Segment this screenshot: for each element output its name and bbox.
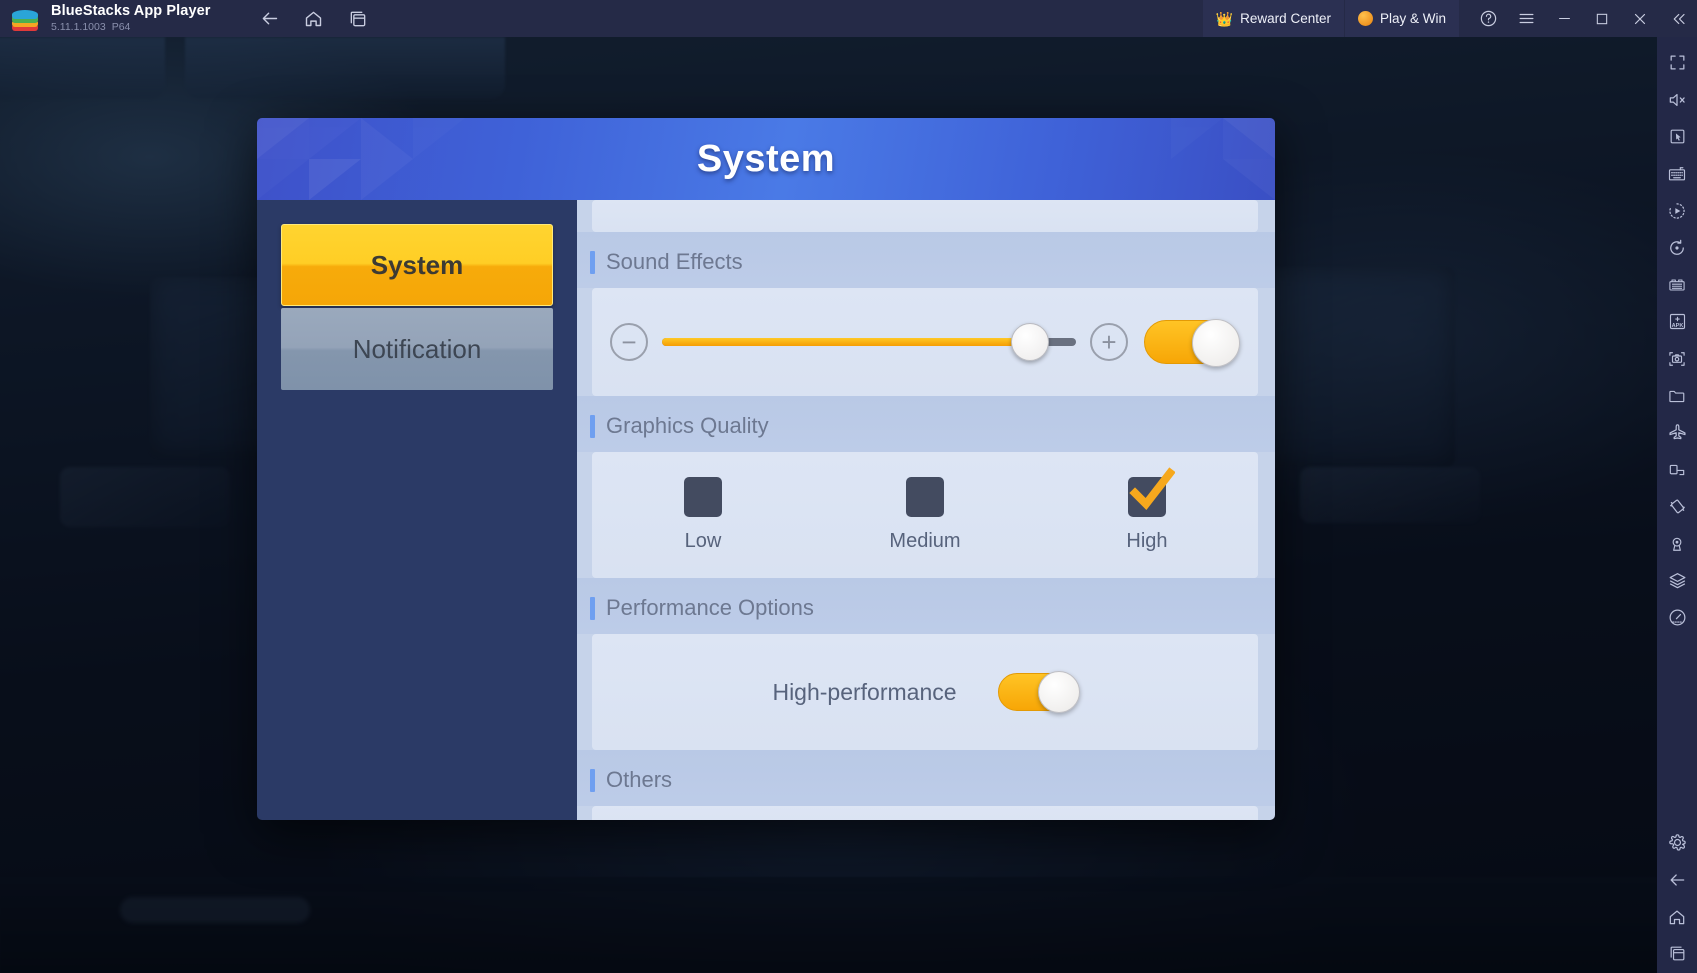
close-icon[interactable] <box>1621 0 1659 37</box>
recents-icon[interactable] <box>341 4 375 34</box>
window-titlebar: BlueStacks App Player 5.11.1.1003 P64 👑 … <box>0 0 1697 37</box>
section-title: Others <box>606 767 673 792</box>
help-icon[interactable] <box>1469 0 1507 37</box>
tab-notification[interactable]: Notification <box>281 308 553 390</box>
minus-icon: − <box>621 327 637 357</box>
bluestacks-sidebar: APK <box>1657 37 1697 973</box>
bluestacks-window: System System Notification Sound Effects… <box>0 0 1697 973</box>
plus-icon: + <box>1101 327 1117 357</box>
home-icon[interactable] <box>297 4 331 34</box>
sound-effects-toggle[interactable] <box>1144 319 1240 367</box>
slider-knob[interactable] <box>1011 323 1050 361</box>
android-back-icon[interactable] <box>1660 862 1694 897</box>
rotate-icon[interactable] <box>1660 230 1694 265</box>
window-controls <box>1469 0 1697 37</box>
fullscreen-icon[interactable] <box>1660 45 1694 80</box>
mute-icon[interactable] <box>1660 82 1694 117</box>
section-title: Performance Options <box>606 595 814 620</box>
quality-label: Low <box>684 530 722 552</box>
titlebar-nav-group <box>253 4 375 34</box>
crown-icon: 👑 <box>1215 10 1234 27</box>
coin-icon <box>1357 11 1373 26</box>
settings-gear-icon[interactable] <box>1660 825 1694 860</box>
slider-fill <box>662 338 1031 346</box>
toggle-knob <box>1192 319 1240 367</box>
tab-system-label: System <box>370 249 464 280</box>
section-header-graphics-quality: Graphics Quality <box>577 396 1275 452</box>
app-version: 5.11.1.1003 P64 <box>51 20 211 33</box>
system-settings-dialog: System System Notification Sound Effects… <box>257 118 1275 820</box>
tab-notification-label: Notification <box>352 333 482 364</box>
dialog-header: System <box>257 118 1275 200</box>
quality-label: Medium <box>889 530 961 552</box>
section-accent-bar <box>590 250 595 274</box>
high-performance-row: High-performance <box>592 634 1258 750</box>
dialog-tab-rail: System Notification <box>257 200 577 820</box>
toggle-knob <box>1037 671 1080 713</box>
media-folder-icon[interactable] <box>1660 378 1694 413</box>
build-tag: P64 <box>111 20 131 33</box>
section-header-others: Others <box>577 750 1275 806</box>
checkbox-high[interactable] <box>1128 467 1175 517</box>
panel-others <box>592 806 1258 820</box>
section-accent-bar <box>590 768 595 792</box>
section-title: Graphics Quality <box>606 413 769 438</box>
panel-sound-effects: − + <box>592 288 1258 396</box>
dialog-body: System Notification Sound Effects − + Gr… <box>257 200 1275 820</box>
high-performance-label: High-performance <box>772 678 957 705</box>
performance-meter-icon[interactable] <box>1660 600 1694 635</box>
minimize-icon[interactable] <box>1545 0 1583 37</box>
quality-option-medium[interactable]: Medium <box>814 477 1036 553</box>
svg-text:APK: APK <box>1671 323 1683 329</box>
bluestacks-logo-icon <box>12 6 38 32</box>
quality-label: High <box>1126 530 1168 552</box>
keyboard-icon[interactable] <box>1660 156 1694 191</box>
partial-panel-above <box>592 200 1258 232</box>
reward-center-button[interactable]: 👑 Reward Center <box>1202 0 1344 37</box>
version-number: 5.11.1.1003 <box>51 20 106 33</box>
collapse-sidebar-icon[interactable] <box>1659 0 1697 37</box>
panel-graphics-quality: Low Medium High <box>592 452 1258 578</box>
reward-center-label: Reward Center <box>1240 11 1331 26</box>
maximize-icon[interactable] <box>1583 0 1621 37</box>
dialog-title: System <box>696 137 836 180</box>
cursor-icon[interactable] <box>1660 119 1694 154</box>
section-accent-bar <box>590 414 595 438</box>
back-icon[interactable] <box>253 4 287 34</box>
screenshot-icon[interactable] <box>1660 341 1694 376</box>
checkbox-low[interactable] <box>684 477 722 517</box>
shake-icon[interactable] <box>1660 489 1694 524</box>
eco-mode-icon[interactable] <box>1660 415 1694 450</box>
play-and-win-button[interactable]: Play & Win <box>1344 0 1459 37</box>
sound-effects-row: − + <box>592 288 1258 396</box>
android-home-icon[interactable] <box>1660 899 1694 934</box>
quality-option-low[interactable]: Low <box>592 477 814 553</box>
checkbox-medium[interactable] <box>906 477 944 517</box>
multi-instance-icon[interactable] <box>1660 267 1694 302</box>
android-recents-icon[interactable] <box>1660 936 1694 971</box>
real-time-translation-icon[interactable] <box>1660 452 1694 487</box>
macro-icon[interactable] <box>1660 193 1694 228</box>
titlebar-right-group: 👑 Reward Center Play & Win <box>1202 0 1697 37</box>
graphics-quality-options: Low Medium High <box>592 452 1258 578</box>
checkmark-icon <box>1129 467 1175 511</box>
layers-icon[interactable] <box>1660 563 1694 598</box>
app-title: BlueStacks App Player <box>51 3 211 20</box>
location-icon[interactable] <box>1660 526 1694 561</box>
tab-system[interactable]: System <box>281 224 553 306</box>
section-header-sound-effects: Sound Effects <box>577 232 1275 288</box>
play-and-win-label: Play & Win <box>1379 11 1446 26</box>
dialog-settings-content[interactable]: Sound Effects − + Graphics Quality Low M… <box>577 200 1275 820</box>
section-header-performance-options: Performance Options <box>577 578 1275 634</box>
install-apk-icon[interactable]: APK <box>1660 304 1694 339</box>
section-accent-bar <box>590 596 595 620</box>
menu-icon[interactable] <box>1507 0 1545 37</box>
sound-effects-slider[interactable] <box>662 323 1076 361</box>
quality-option-high[interactable]: High <box>1036 467 1258 553</box>
panel-performance-options: High-performance <box>592 634 1258 750</box>
high-performance-toggle[interactable] <box>997 671 1080 713</box>
volume-increase-button[interactable]: + <box>1090 323 1128 361</box>
section-title: Sound Effects <box>606 249 743 274</box>
volume-decrease-button[interactable]: − <box>610 323 648 361</box>
